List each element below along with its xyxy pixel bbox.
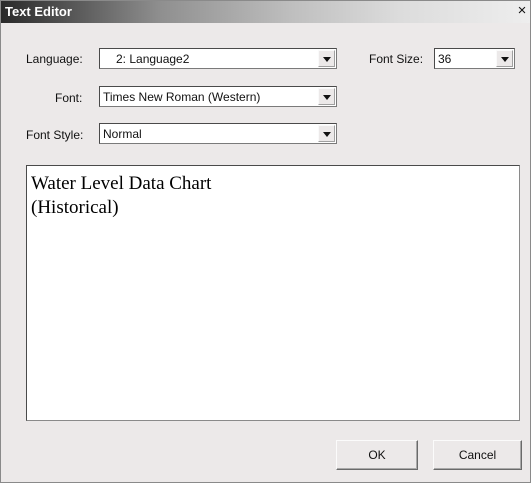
font-style-label: Font Style:	[26, 128, 84, 142]
title-bar[interactable]: Text Editor ×	[1, 1, 530, 23]
cancel-button[interactable]: Cancel	[433, 440, 522, 470]
language-label: Language:	[26, 52, 83, 66]
chevron-down-icon[interactable]	[318, 50, 335, 67]
text-editor-area[interactable]: Water Level Data Chart (Historical)	[26, 165, 520, 421]
font-label: Font:	[55, 91, 83, 105]
font-style-value: Normal	[103, 127, 142, 141]
language-value: 2: Language2	[116, 52, 190, 66]
font-size-dropdown[interactable]: 36	[434, 48, 515, 69]
window-title: Text Editor	[5, 4, 72, 19]
language-dropdown[interactable]: 2: Language2	[99, 48, 337, 69]
font-size-label: Font Size:	[369, 52, 424, 66]
font-value: Times New Roman (Western)	[103, 90, 261, 104]
font-dropdown[interactable]: Times New Roman (Western)	[99, 86, 337, 107]
font-size-value: 36	[438, 52, 452, 66]
ok-button[interactable]: OK	[336, 440, 418, 470]
editor-text[interactable]: Water Level Data Chart (Historical)	[31, 172, 211, 220]
close-icon[interactable]: ×	[514, 3, 530, 19]
chevron-down-icon[interactable]	[318, 125, 335, 142]
chevron-down-icon[interactable]	[318, 88, 335, 105]
text-editor-dialog: Text Editor × Language: 2: Language2 Fon…	[0, 0, 531, 483]
chevron-down-icon[interactable]	[496, 50, 513, 67]
font-style-dropdown[interactable]: Normal	[99, 123, 337, 144]
